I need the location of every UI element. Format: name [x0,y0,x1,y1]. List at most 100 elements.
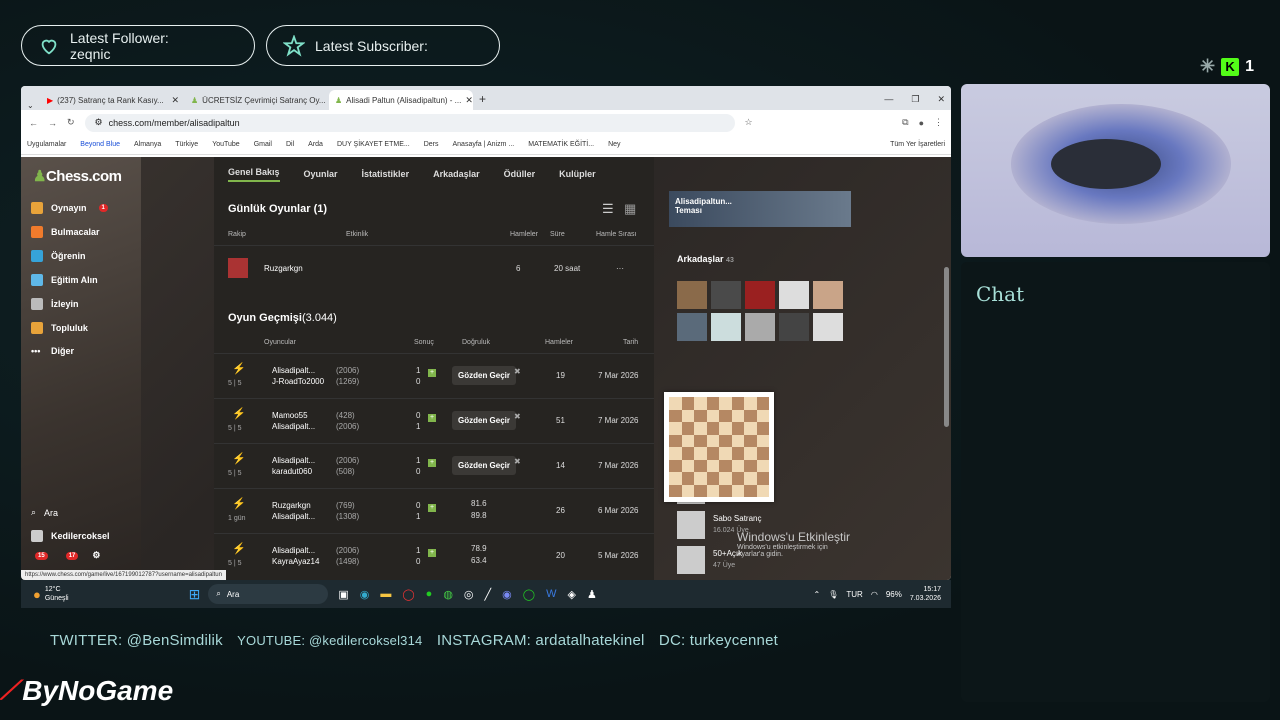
opponent-name[interactable]: Ruzgarkgn [264,264,303,273]
friend-avatar[interactable] [813,313,843,341]
tab-youtube[interactable]: ▶ (237) Satranç ta Rank Kasıy... ✕ [41,90,185,110]
weather-widget[interactable]: 12°C Güneşli [45,585,69,603]
nav-item-more[interactable]: ••• Diğer [31,346,74,356]
nav-item-play[interactable]: Oynayın 1 [31,202,108,214]
explorer-icon[interactable]: ▬ [380,588,391,601]
review-button[interactable]: Gözden Geçir [452,411,517,430]
friend-avatar[interactable] [813,281,843,309]
taskbar-search[interactable]: ⌕ Ara [208,584,329,604]
grid-view-icon[interactable]: ▦ [624,201,636,217]
bookmark[interactable]: Uygulamalar [27,141,66,148]
bookmark[interactable]: DUY ŞİKAYET ETME... [337,141,410,148]
bookmark[interactable]: Ders [424,141,439,148]
player2-name[interactable]: Alisadipalt... [272,422,315,431]
nav-item-learn[interactable]: Öğrenin [31,250,86,262]
tab-overview[interactable]: Genel Bakış [228,167,280,182]
settings-gear-icon[interactable]: ⚙ [92,550,100,561]
language-indicator[interactable]: TUR [846,590,862,599]
task-view-icon[interactable]: ▣ [338,588,348,601]
friend-avatar[interactable] [779,281,809,309]
minimize-icon[interactable]: — [884,94,893,105]
analysis-icon[interactable]: ✖ [514,412,521,421]
analysis-icon[interactable]: ✖ [514,457,521,466]
analysis-icon[interactable]: ✖ [514,367,521,376]
bookmark[interactable]: Dil [286,141,294,148]
player1-name[interactable]: Alisadipalt... [272,366,315,375]
player2-name[interactable]: KayraAyaz14 [272,557,319,566]
discord-icon[interactable]: ◉ [502,588,512,601]
edge-icon[interactable]: ◉ [360,588,370,601]
tab-awards[interactable]: Ödüller [504,169,536,179]
tab-clubs[interactable]: Kulüpler [559,169,596,179]
nav-search[interactable]: ⌕ Ara [31,507,58,518]
word-icon[interactable]: W [546,588,556,601]
close-window-icon[interactable]: ✕ [937,94,945,105]
friend-avatar[interactable] [711,281,741,309]
nav-item-community[interactable]: Topluluk [31,322,88,334]
review-button[interactable]: Gözden Geçir [452,366,517,385]
nav-notifications[interactable]: 15 17 ⚙ [31,550,100,561]
player1-name[interactable]: Alisadipalt... [272,546,315,555]
forward-icon[interactable]: → [48,118,57,128]
bookmark[interactable]: MATEMATİK EĞİTİ... [528,141,594,148]
friend-avatar[interactable] [745,281,775,309]
new-tab-icon[interactable]: + [479,92,486,106]
player1-name[interactable]: Ruzgarkgn [272,501,311,510]
close-icon[interactable]: ✕ [465,95,473,106]
table-row[interactable]: ⚡ 5 | 5 Alisadipalt... (2006) KayraAyaz14 (14… [214,533,654,578]
battery-indicator[interactable]: 96% [886,590,902,599]
close-icon[interactable]: ✕ [171,95,179,106]
line-icon[interactable]: ● [426,588,433,601]
chess-logo[interactable]: ♟Chess.com [33,167,122,185]
player2-name[interactable]: karadut060 [272,467,312,476]
window-controls[interactable]: — ❐ ✕ [884,94,945,105]
tab-search-icon[interactable]: ⌄ [27,101,41,110]
url-field[interactable]: ⚙ chess.com/member/alisadipaltun [84,113,735,132]
wifi-icon[interactable]: ◠ [871,590,878,599]
tab-games[interactable]: Oyunlar [304,169,338,179]
table-row[interactable]: ⚡ 5 | 5 Alisadipalt... (2006) karadut060 (508… [214,443,654,488]
clock[interactable]: 15:17 7.03.2026 [910,585,941,603]
table-row[interactable]: ⚡ 5 | 5 Alisadipalt... (2006) J-RoadTo2000 (1… [214,353,654,398]
player1-name[interactable]: Alisadipalt... [272,456,315,465]
nav-user[interactable]: Kedilercoksel [31,530,110,542]
daily-game-row[interactable]: Ruzgarkgn 6 20 saat ··· [214,245,654,290]
pen-icon[interactable]: ╱ [485,588,492,601]
extensions-icon[interactable]: ⧉ [902,117,908,128]
restore-icon[interactable]: ❐ [911,94,919,105]
nav-item-puzzles[interactable]: Bulmacalar [31,226,100,238]
bookmark[interactable]: YouTube [212,141,240,148]
player2-name[interactable]: Alisadipalt... [272,512,315,521]
player2-name[interactable]: J-RoadTo2000 [272,377,324,386]
tab-stats[interactable]: İstatistikler [362,169,410,179]
bookmark[interactable]: Arda [308,141,323,148]
bookmark[interactable]: Almanya [134,141,161,148]
friend-avatar[interactable] [779,313,809,341]
table-row[interactable]: ⚡ 5 | 5 Mamoo55 (428) Alisadipalt... (2006) 0 1… [214,398,654,443]
table-row[interactable]: ⚡ 1 gün Ruzgarkgn (769) Alisadipalt... (1308)… [214,488,654,533]
bookmark[interactable]: Türkiye [175,141,198,148]
obs-icon[interactable]: ◎ [464,588,474,601]
profile-icon[interactable]: ● [919,118,924,128]
back-icon[interactable]: ← [29,118,38,128]
whatsapp-icon[interactable]: ◯ [523,588,535,601]
friend-avatar[interactable] [677,313,707,341]
menu-icon[interactable]: ⋮ [934,117,943,128]
bookmark-star-icon[interactable]: ☆ [745,117,753,128]
bookmark[interactable]: Ney [608,141,620,148]
opera-icon[interactable]: ◯ [402,588,414,601]
review-button[interactable]: Gözden Geçir [452,456,517,475]
tab-profile[interactable]: ♟ Alisadi Paltun (Alisadipaltun) - ... ✕ [329,90,473,110]
tab-friends[interactable]: Arkadaşlar [433,169,480,179]
bookmark[interactable]: Tüm Yer İşaretleri [890,141,945,148]
chess-app-icon[interactable]: ♟ [587,588,597,601]
bookmark[interactable]: Gmail [254,141,272,148]
more-options-icon[interactable]: ··· [616,264,624,273]
page-scrollbar[interactable] [944,267,949,427]
nav-item-watch[interactable]: İzleyin [31,298,79,310]
mic-icon[interactable]: 🎙 [828,590,838,599]
bookmark[interactable]: Beyond Blue [80,141,120,148]
friend-avatar[interactable] [745,313,775,341]
site-info-icon[interactable]: ⚙ [95,117,103,128]
list-view-icon[interactable]: ☰ [602,201,614,217]
